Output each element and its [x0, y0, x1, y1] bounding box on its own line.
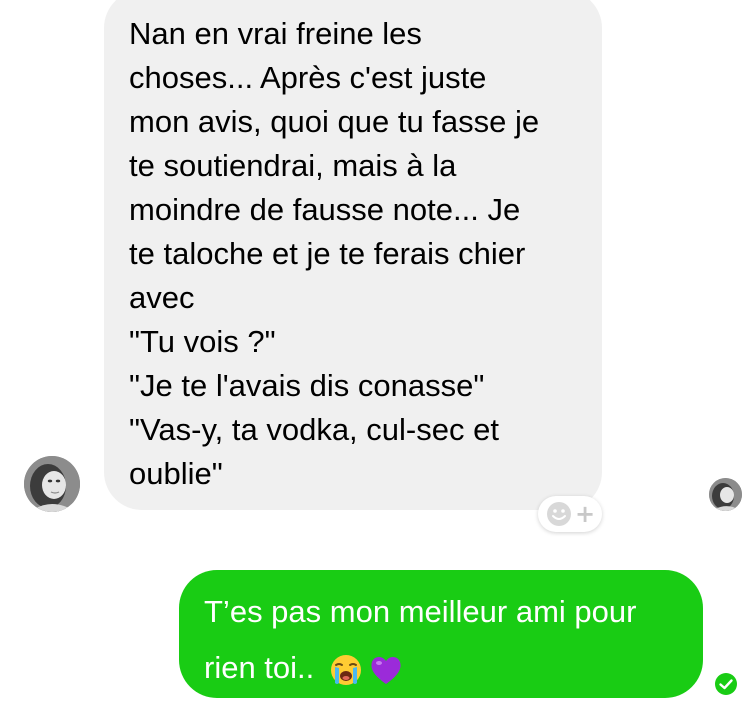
message-line: avec: [129, 280, 195, 315]
outgoing-message-bubble[interactable]: T’es pas mon meilleur ami pour rien toi.…: [179, 570, 703, 698]
message-line: choses... Après c'est juste: [129, 60, 487, 95]
message-line: oublie": [129, 456, 223, 491]
plus-icon: +: [574, 500, 596, 528]
delivered-check-icon: [715, 673, 737, 695]
message-line: rien toi..: [204, 640, 683, 696]
avatar-photo-icon: [24, 456, 80, 512]
incoming-message-bubble[interactable]: Nan en vrai freine les choses... Après c…: [104, 0, 602, 510]
message-line: te soutiendrai, mais à la: [129, 148, 457, 183]
message-line: "Tu vois ?": [129, 324, 276, 359]
purple-heart-icon: [371, 656, 401, 684]
crying-face-icon: [330, 654, 361, 685]
message-line: Nan en vrai freine les: [129, 16, 422, 51]
sender-avatar[interactable]: [24, 456, 80, 512]
message-text: rien toi..: [204, 650, 323, 685]
message-line: T’es pas mon meilleur ami pour: [204, 594, 637, 629]
message-line: te taloche et je te ferais chier: [129, 236, 526, 271]
message-line: "Je te l'avais dis conasse": [129, 368, 485, 403]
add-reaction-button[interactable]: +: [538, 496, 602, 532]
chat-thread: Nan en vrai freine les choses... Après c…: [0, 0, 750, 720]
smiley-icon: [546, 502, 571, 526]
message-line: mon avis, quoi que tu fasse je: [129, 104, 540, 139]
avatar-photo-icon: [709, 478, 742, 511]
message-line: "Vas-y, ta vodka, cul-sec et: [129, 412, 499, 447]
read-receipt-avatar: [709, 478, 742, 511]
message-line: moindre de fausse note... Je: [129, 192, 521, 227]
